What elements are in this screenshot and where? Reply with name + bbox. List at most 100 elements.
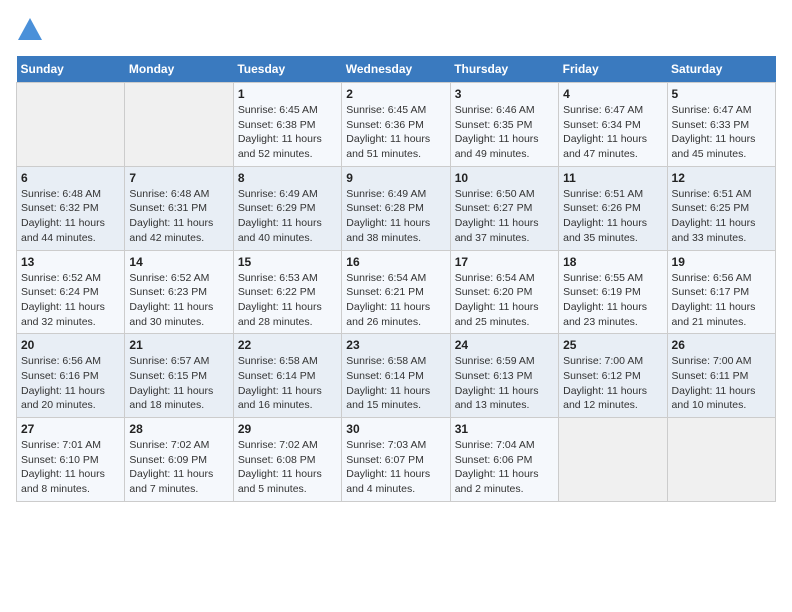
logo (16, 16, 48, 44)
day-info: Sunrise: 7:03 AM Sunset: 6:07 PM Dayligh… (346, 438, 445, 497)
day-info: Sunrise: 6:49 AM Sunset: 6:29 PM Dayligh… (238, 187, 337, 246)
day-number: 9 (346, 171, 445, 185)
day-number: 14 (129, 255, 228, 269)
calendar-week-1: 1 Sunrise: 6:45 AM Sunset: 6:38 PM Daylig… (17, 83, 776, 167)
calendar-cell: 29 Sunrise: 7:02 AM Sunset: 6:08 PM Dayli… (233, 418, 341, 502)
calendar-cell: 2Sunrise: 6:45 AM Sunset: 6:36 PM Daylig… (342, 83, 450, 167)
day-number: 5 (672, 87, 771, 101)
day-number: 25 (563, 338, 662, 352)
day-number: 26 (672, 338, 771, 352)
day-number: 11 (563, 171, 662, 185)
calendar-cell: 5 Sunrise: 6:47 AM Sunset: 6:33 PM Daylig… (667, 83, 775, 167)
day-info: Sunrise: 6:50 AM Sunset: 6:27 PM Dayligh… (455, 187, 554, 246)
day-info: Sunrise: 6:47 AM Sunset: 6:34 PM Dayligh… (563, 103, 662, 162)
calendar-cell: 3 Sunrise: 6:46 AM Sunset: 6:35 PM Daylig… (450, 83, 558, 167)
calendar-cell: 8 Sunrise: 6:49 AM Sunset: 6:29 PM Daylig… (233, 166, 341, 250)
day-info: Sunrise: 6:47 AM Sunset: 6:33 PM Dayligh… (672, 103, 771, 162)
page-header (16, 16, 776, 44)
calendar-cell: 10 Sunrise: 6:50 AM Sunset: 6:27 PM Dayli… (450, 166, 558, 250)
calendar-cell: 27 Sunrise: 7:01 AM Sunset: 6:10 PM Dayli… (17, 418, 125, 502)
day-number: 1 (238, 87, 337, 101)
calendar-cell: 24 Sunrise: 6:59 AM Sunset: 6:13 PM Dayli… (450, 334, 558, 418)
calendar-cell (667, 418, 775, 502)
day-number: 18 (563, 255, 662, 269)
calendar-week-2: 6Sunrise: 6:48 AM Sunset: 6:32 PM Daylig… (17, 166, 776, 250)
day-number: 23 (346, 338, 445, 352)
calendar-cell: 20Sunrise: 6:56 AM Sunset: 6:16 PM Dayli… (17, 334, 125, 418)
calendar-cell (17, 83, 125, 167)
day-number: 19 (672, 255, 771, 269)
day-number: 13 (21, 255, 120, 269)
day-number: 3 (455, 87, 554, 101)
calendar-cell: 17Sunrise: 6:54 AM Sunset: 6:20 PM Dayli… (450, 250, 558, 334)
day-info: Sunrise: 6:46 AM Sunset: 6:35 PM Dayligh… (455, 103, 554, 162)
day-info: Sunrise: 6:53 AM Sunset: 6:22 PM Dayligh… (238, 271, 337, 330)
day-info: Sunrise: 6:52 AM Sunset: 6:23 PM Dayligh… (129, 271, 228, 330)
day-info: Sunrise: 6:51 AM Sunset: 6:26 PM Dayligh… (563, 187, 662, 246)
calendar-header-row: SundayMondayTuesdayWednesdayThursdayFrid… (17, 56, 776, 83)
day-header-wednesday: Wednesday (342, 56, 450, 83)
day-info: Sunrise: 6:55 AM Sunset: 6:19 PM Dayligh… (563, 271, 662, 330)
calendar-cell: 15Sunrise: 6:53 AM Sunset: 6:22 PM Dayli… (233, 250, 341, 334)
day-number: 4 (563, 87, 662, 101)
day-number: 10 (455, 171, 554, 185)
day-info: Sunrise: 6:54 AM Sunset: 6:20 PM Dayligh… (455, 271, 554, 330)
day-header-friday: Friday (559, 56, 667, 83)
calendar-cell: 25 Sunrise: 7:00 AM Sunset: 6:12 PM Dayli… (559, 334, 667, 418)
calendar-cell (559, 418, 667, 502)
day-info: Sunrise: 6:49 AM Sunset: 6:28 PM Dayligh… (346, 187, 445, 246)
day-number: 12 (672, 171, 771, 185)
day-info: Sunrise: 7:01 AM Sunset: 6:10 PM Dayligh… (21, 438, 120, 497)
calendar-table: SundayMondayTuesdayWednesdayThursdayFrid… (16, 56, 776, 502)
day-info: Sunrise: 6:48 AM Sunset: 6:32 PM Dayligh… (21, 187, 120, 246)
day-info: Sunrise: 6:45 AM Sunset: 6:36 PM Dayligh… (346, 103, 445, 162)
day-info: Sunrise: 6:56 AM Sunset: 6:16 PM Dayligh… (21, 354, 120, 413)
day-info: Sunrise: 7:02 AM Sunset: 6:09 PM Dayligh… (129, 438, 228, 497)
day-header-tuesday: Tuesday (233, 56, 341, 83)
calendar-week-5: 27 Sunrise: 7:01 AM Sunset: 6:10 PM Dayli… (17, 418, 776, 502)
calendar-cell: 19 Sunrise: 6:56 AM Sunset: 6:17 PM Dayli… (667, 250, 775, 334)
day-info: Sunrise: 6:58 AM Sunset: 6:14 PM Dayligh… (346, 354, 445, 413)
calendar-week-3: 13Sunrise: 6:52 AM Sunset: 6:24 PM Dayli… (17, 250, 776, 334)
day-number: 8 (238, 171, 337, 185)
day-info: Sunrise: 6:45 AM Sunset: 6:38 PM Dayligh… (238, 103, 337, 162)
calendar-cell: 16 Sunrise: 6:54 AM Sunset: 6:21 PM Dayli… (342, 250, 450, 334)
day-header-monday: Monday (125, 56, 233, 83)
calendar-cell (125, 83, 233, 167)
day-number: 29 (238, 422, 337, 436)
day-number: 7 (129, 171, 228, 185)
calendar-cell: 9 Sunrise: 6:49 AM Sunset: 6:28 PM Daylig… (342, 166, 450, 250)
calendar-week-4: 20Sunrise: 6:56 AM Sunset: 6:16 PM Dayli… (17, 334, 776, 418)
calendar-cell: 31 Sunrise: 7:04 AM Sunset: 6:06 PM Dayli… (450, 418, 558, 502)
day-header-thursday: Thursday (450, 56, 558, 83)
day-number: 30 (346, 422, 445, 436)
day-info: Sunrise: 6:59 AM Sunset: 6:13 PM Dayligh… (455, 354, 554, 413)
calendar-cell: 22 Sunrise: 6:58 AM Sunset: 6:14 PM Dayli… (233, 334, 341, 418)
calendar-cell: 14 Sunrise: 6:52 AM Sunset: 6:23 PM Dayli… (125, 250, 233, 334)
calendar-cell: 26 Sunrise: 7:00 AM Sunset: 6:11 PM Dayli… (667, 334, 775, 418)
calendar-cell: 21 Sunrise: 6:57 AM Sunset: 6:15 PM Dayli… (125, 334, 233, 418)
calendar-cell: 23 Sunrise: 6:58 AM Sunset: 6:14 PM Dayli… (342, 334, 450, 418)
day-info: Sunrise: 7:04 AM Sunset: 6:06 PM Dayligh… (455, 438, 554, 497)
day-header-sunday: Sunday (17, 56, 125, 83)
day-info: Sunrise: 6:51 AM Sunset: 6:25 PM Dayligh… (672, 187, 771, 246)
calendar-cell: 28 Sunrise: 7:02 AM Sunset: 6:09 PM Dayli… (125, 418, 233, 502)
day-info: Sunrise: 6:54 AM Sunset: 6:21 PM Dayligh… (346, 271, 445, 330)
day-info: Sunrise: 7:00 AM Sunset: 6:12 PM Dayligh… (563, 354, 662, 413)
day-info: Sunrise: 7:02 AM Sunset: 6:08 PM Dayligh… (238, 438, 337, 497)
day-info: Sunrise: 6:56 AM Sunset: 6:17 PM Dayligh… (672, 271, 771, 330)
day-number: 24 (455, 338, 554, 352)
day-info: Sunrise: 7:00 AM Sunset: 6:11 PM Dayligh… (672, 354, 771, 413)
calendar-cell: 12 Sunrise: 6:51 AM Sunset: 6:25 PM Dayli… (667, 166, 775, 250)
day-info: Sunrise: 6:57 AM Sunset: 6:15 PM Dayligh… (129, 354, 228, 413)
day-info: Sunrise: 6:58 AM Sunset: 6:14 PM Dayligh… (238, 354, 337, 413)
calendar-cell: 18 Sunrise: 6:55 AM Sunset: 6:19 PM Dayli… (559, 250, 667, 334)
day-number: 28 (129, 422, 228, 436)
day-number: 27 (21, 422, 120, 436)
calendar-cell: 1 Sunrise: 6:45 AM Sunset: 6:38 PM Daylig… (233, 83, 341, 167)
day-number: 31 (455, 422, 554, 436)
calendar-cell: 7Sunrise: 6:48 AM Sunset: 6:31 PM Daylig… (125, 166, 233, 250)
day-number: 21 (129, 338, 228, 352)
day-number: 16 (346, 255, 445, 269)
day-number: 22 (238, 338, 337, 352)
